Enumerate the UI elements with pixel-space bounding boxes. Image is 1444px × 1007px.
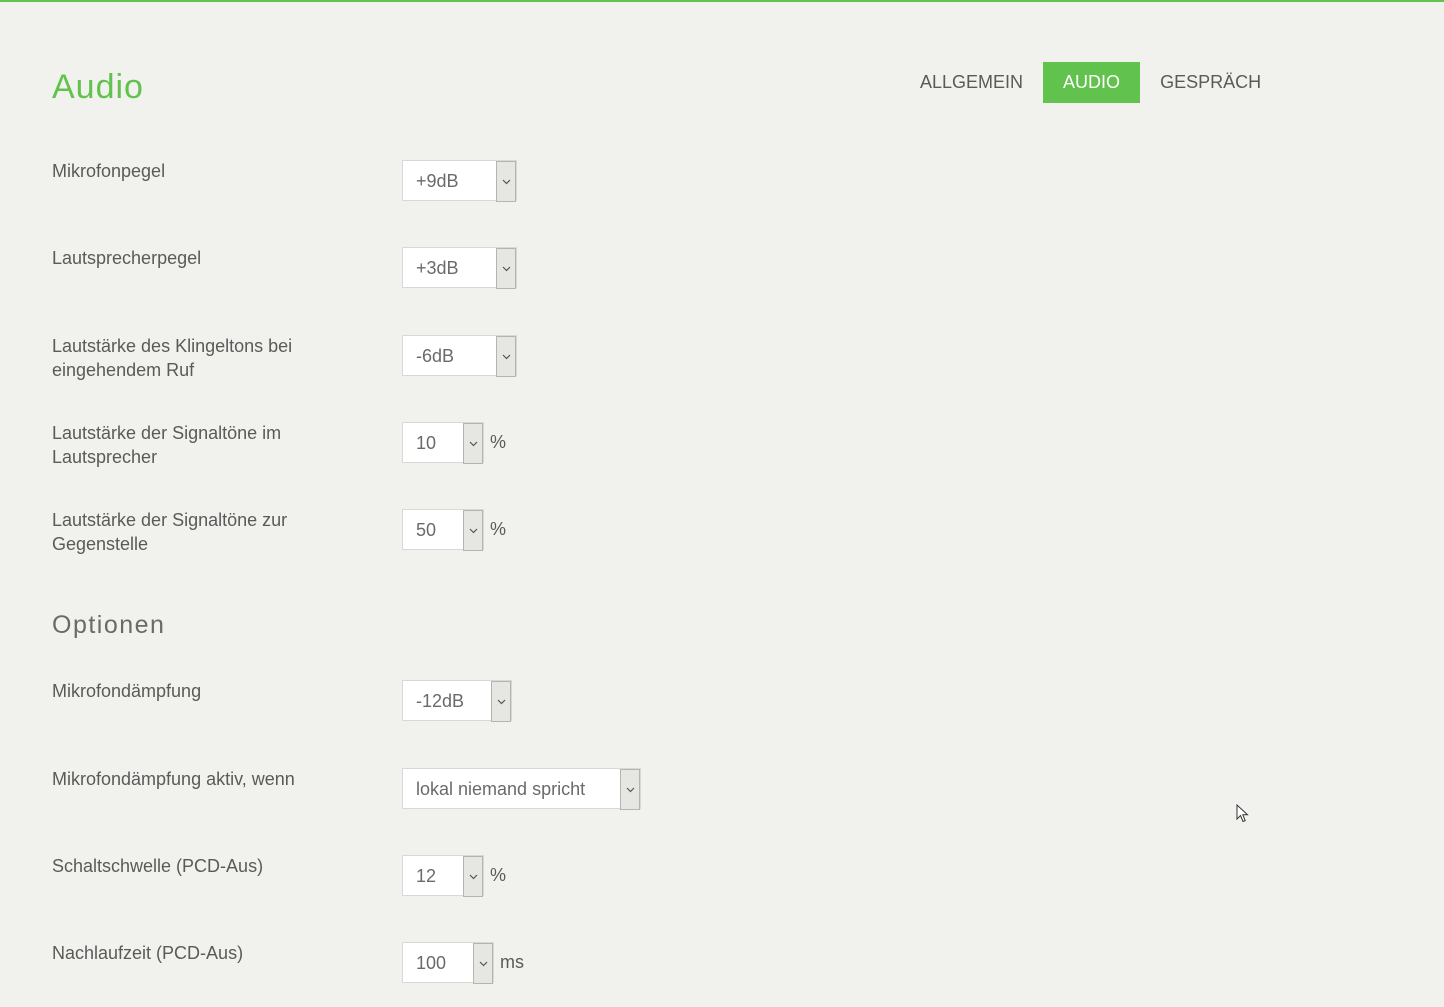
chevron-down-icon [496,248,516,289]
chevron-down-icon [496,161,516,202]
ring-volume-value: -6dB [416,346,455,366]
threshold-unit: % [490,865,507,885]
setting-row-ring-volume: Lautstärke des Klingeltons bei eingehend… [0,334,1444,380]
setting-row-threshold: Schaltschwelle (PCD-Aus) 12 % [0,854,1444,898]
chevron-down-icon [463,423,483,464]
signal-speaker-select[interactable]: 10 [402,422,484,464]
mic-attenuation-active-label: Mikrofondämpfung aktiv, wenn [52,769,295,789]
ring-volume-select[interactable]: -6dB [402,335,517,377]
chevron-down-icon [463,856,483,897]
signal-speaker-value: 10 [416,433,437,453]
setting-row-signal-speaker: Lautstärke der Signaltöne im Lautspreche… [0,421,1444,467]
speaker-level-value: +3dB [416,258,459,278]
hold-time-label: Nachlaufzeit (PCD-Aus) [52,943,244,963]
signal-remote-value: 50 [416,520,437,540]
mic-level-value: +9dB [416,171,459,191]
page-title: Audio [52,68,144,106]
setting-row-speaker-level: Lautsprecherpegel +3dB [0,246,1444,290]
chevron-down-icon [620,769,640,810]
speaker-level-label: Lautsprecherpegel [52,248,202,268]
mic-attenuation-active-control: lokal niemand spricht [402,767,641,810]
setting-row-mic-level: Mikrofonpegel +9dB [0,159,1444,203]
signal-remote-control: 50 % [402,508,506,551]
mic-attenuation-select[interactable]: -12dB [402,680,512,722]
chevron-down-icon [473,943,493,984]
chevron-down-icon [463,510,483,551]
speaker-level-control: +3dB [402,246,517,289]
hold-time-select[interactable]: 100 [402,942,494,984]
signal-remote-unit: % [490,519,507,539]
hold-time-value: 100 [416,953,447,973]
setting-row-mic-attenuation-active: Mikrofondämpfung aktiv, wenn lokal niema… [0,767,1444,811]
ring-volume-label: Lautstärke des Klingeltons bei eingehend… [52,336,293,380]
tab-allgemein[interactable]: ALLGEMEIN [900,62,1043,103]
signal-remote-label: Lautstärke der Signaltöne zur Gegenstell… [52,510,288,554]
hold-time-unit: ms [500,952,524,972]
mic-attenuation-label: Mikrofondämpfung [52,681,202,701]
top-accent-line [0,0,1444,2]
threshold-select[interactable]: 12 [402,855,484,897]
signal-speaker-unit: % [490,432,507,452]
threshold-value: 12 [416,866,437,886]
mic-level-label: Mikrofonpegel [52,161,166,181]
speaker-level-select[interactable]: +3dB [402,247,517,289]
setting-row-hold-time: Nachlaufzeit (PCD-Aus) 100 ms [0,941,1444,985]
signal-speaker-control: 10 % [402,421,506,464]
mic-attenuation-value: -12dB [416,691,465,711]
mic-attenuation-control: -12dB [402,679,512,722]
chevron-down-icon [491,681,511,722]
section-title-options: Optionen [52,611,166,639]
signal-remote-select[interactable]: 50 [402,509,484,551]
tab-audio[interactable]: AUDIO [1043,62,1141,103]
tab-gespraech[interactable]: GESPRÄCH [1140,62,1281,103]
threshold-control: 12 % [402,854,506,897]
chevron-down-icon [496,336,516,377]
mic-level-control: +9dB [402,159,517,202]
ring-volume-control: -6dB [402,334,517,377]
mic-level-select[interactable]: +9dB [402,160,517,202]
mic-attenuation-active-value: lokal niemand spricht [416,779,586,799]
signal-speaker-label: Lautstärke der Signaltöne im Lautspreche… [52,423,282,467]
mouse-pointer-icon [1236,803,1250,829]
threshold-label: Schaltschwelle (PCD-Aus) [52,856,264,876]
setting-row-mic-attenuation: Mikrofondämpfung -12dB [0,679,1444,723]
mic-attenuation-active-select[interactable]: lokal niemand spricht [402,768,641,810]
hold-time-control: 100 ms [402,941,524,984]
setting-row-signal-remote: Lautstärke der Signaltöne zur Gegenstell… [0,508,1444,554]
tab-bar: ALLGEMEIN AUDIO GESPRÄCH [900,62,1281,103]
